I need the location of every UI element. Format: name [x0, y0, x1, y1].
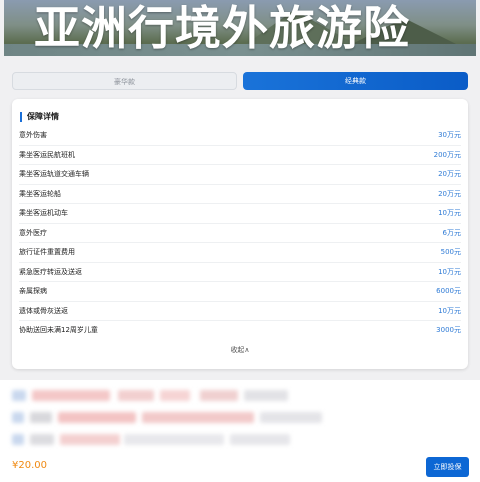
coverage-item-amount: 500元: [440, 248, 461, 256]
bottom-panel: [0, 380, 480, 482]
coverage-row: 亲属探病 6000元: [19, 282, 461, 302]
coverage-item-name: 遗体或骨灰送返: [19, 306, 68, 315]
coverage-card: 保障详情 意外伤害 30万元 乘坐客运民航班机 200万元 乘坐客运轨道交通车辆…: [12, 99, 468, 369]
plan-tabs: 豪华款 经典款: [12, 72, 468, 90]
coverage-item-name: 意外医疗: [19, 228, 47, 237]
tab-luxury[interactable]: 豪华款: [12, 72, 237, 90]
coverage-row: 乘坐客运轨道交通车辆 20万元: [19, 165, 461, 185]
coverage-item-amount: 6万元: [442, 228, 461, 237]
blurred-text: [30, 412, 52, 423]
coverage-item-name: 紧急医疗转运及送返: [19, 267, 82, 276]
coverage-title: 保障详情: [20, 112, 59, 122]
coverage-row: 协助送回未满12周岁儿童 3000元: [19, 321, 461, 341]
coverage-row: 乘坐客运机动车 10万元: [19, 204, 461, 224]
coverage-item-amount: 200万元: [433, 150, 461, 159]
blurred-text: [124, 434, 224, 445]
blurred-text: [230, 434, 290, 445]
coverage-row: 乘坐客运民航班机 200万元: [19, 146, 461, 165]
coverage-item-amount: 6000元: [436, 287, 461, 295]
coverage-item-name: 意外伤害: [19, 131, 47, 139]
coverage-item-name: 协助送回未满12周岁儿童: [19, 326, 98, 334]
coverage-item-amount: 10万元: [438, 306, 461, 315]
tab-classic[interactable]: 经典款: [243, 72, 468, 90]
blurred-text: [32, 390, 110, 401]
coverage-item-amount: 20万元: [438, 189, 461, 198]
blurred-text: [142, 412, 254, 423]
banner-image: 亚洲行境外旅游险: [4, 0, 476, 56]
blurred-text: [12, 434, 24, 445]
coverage-item-name: 乘坐客运机动车: [19, 209, 68, 217]
coverage-item-name: 乘坐客运轮船: [19, 189, 61, 198]
blurred-text: [12, 390, 26, 401]
buy-now-button[interactable]: 立即投保: [426, 457, 469, 477]
collapse-toggle[interactable]: 收起∧: [12, 343, 468, 357]
blurred-text: [200, 390, 238, 401]
blurred-text: [12, 412, 24, 423]
coverage-row: 遗体或骨灰送返 10万元: [19, 302, 461, 321]
coverage-item-name: 乘坐客运轨道交通车辆: [19, 170, 89, 178]
coverage-item-amount: 10万元: [438, 267, 461, 276]
coverage-row: 乘坐客运轮船 20万元: [19, 185, 461, 204]
coverage-list: 意外伤害 30万元 乘坐客运民航班机 200万元 乘坐客运轨道交通车辆 20万元…: [19, 126, 461, 341]
coverage-row: 意外医疗 6万元: [19, 224, 461, 243]
blurred-text: [244, 390, 288, 401]
blurred-text: [260, 412, 322, 423]
coverage-item-name: 乘坐客运民航班机: [19, 150, 75, 159]
coverage-item-amount: 30万元: [438, 131, 461, 139]
coverage-item-name: 旅行证件重置费用: [19, 248, 75, 256]
blurred-text: [30, 434, 54, 445]
coverage-item-amount: 3000元: [436, 326, 461, 334]
banner-title: 亚洲行境外旅游险: [34, 1, 410, 55]
coverage-item-amount: 20万元: [438, 170, 461, 178]
price-label: ¥20.00: [12, 460, 47, 471]
coverage-item-name: 亲属探病: [19, 287, 47, 295]
coverage-row: 意外伤害 30万元: [19, 126, 461, 146]
coverage-row: 紧急医疗转运及送返 10万元: [19, 263, 461, 282]
blurred-text: [60, 434, 120, 445]
blurred-text: [160, 390, 190, 401]
blurred-text: [118, 390, 154, 401]
blurred-text: [58, 412, 136, 423]
coverage-item-amount: 10万元: [438, 209, 461, 217]
coverage-row: 旅行证件重置费用 500元: [19, 243, 461, 263]
